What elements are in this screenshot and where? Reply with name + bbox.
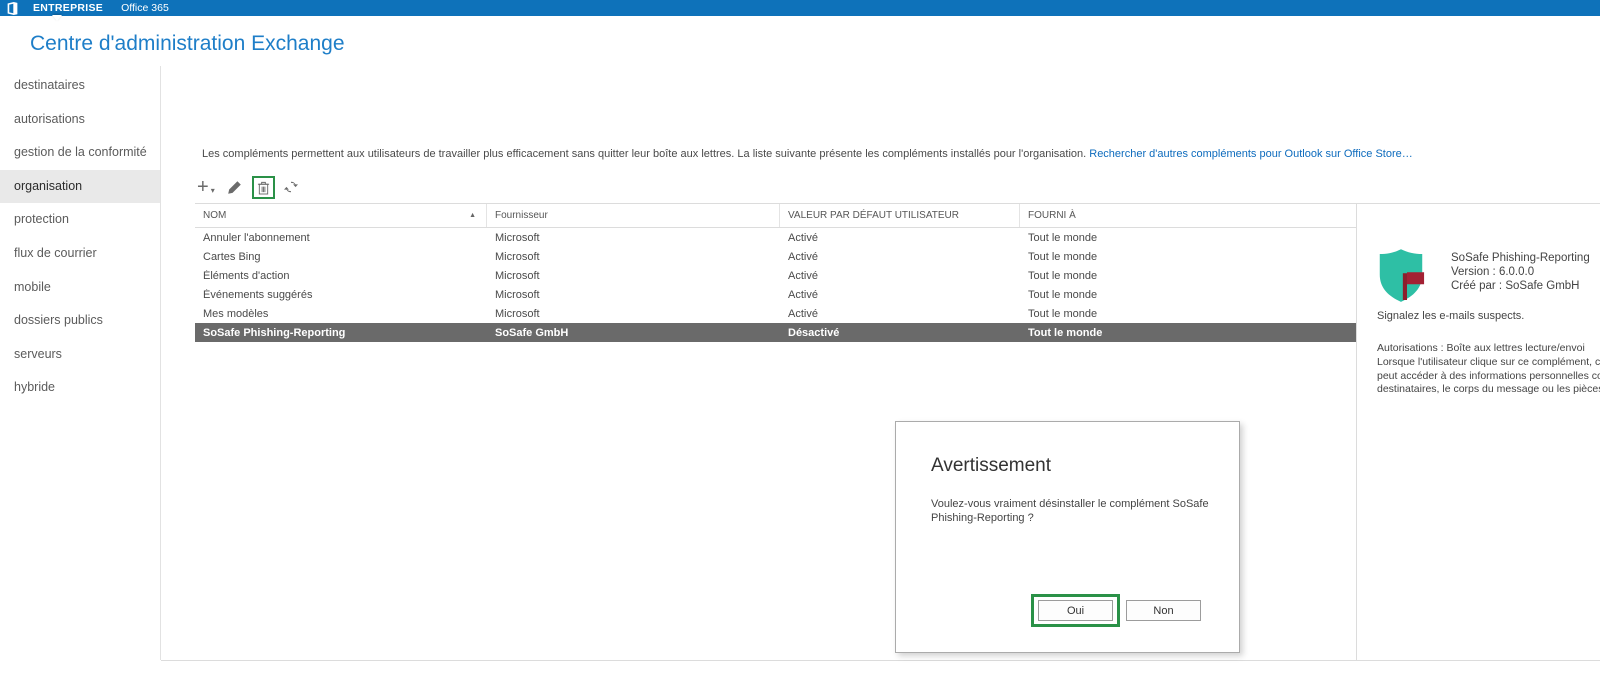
cell-provider: Microsoft bbox=[487, 270, 780, 282]
sidebar-item-flux-de-courrier[interactable]: flux de courrier bbox=[0, 237, 160, 271]
addins-toolbar: + ▾ bbox=[197, 174, 298, 200]
delete-icon[interactable] bbox=[257, 180, 270, 195]
sidebar-item-label: serveurs bbox=[14, 347, 62, 361]
sidebar-item-label: organisation bbox=[14, 179, 82, 193]
cell-name: Mes modèles bbox=[195, 308, 487, 320]
table-row[interactable]: Mes modèles Microsoft Activé Tout le mon… bbox=[195, 304, 1356, 323]
addin-permissions: Autorisations : Boîte aux lettres lectur… bbox=[1377, 342, 1600, 397]
edit-icon[interactable] bbox=[227, 180, 242, 195]
column-header-fournisseur[interactable]: Fournisseur bbox=[487, 204, 780, 227]
cell-provided-to: Tout le monde bbox=[1020, 251, 1356, 263]
sidebar-item-organisation[interactable]: organisation bbox=[0, 170, 160, 204]
sidebar-item-label: dossiers publics bbox=[14, 313, 103, 327]
cell-name: Événements suggérés bbox=[195, 289, 487, 301]
permissions-line: peut accéder à des informations personne… bbox=[1377, 370, 1600, 384]
addins-table: NOM ▲ Fournisseur VALEUR PAR DÉFAUT UTIL… bbox=[195, 203, 1356, 342]
table-row[interactable]: Cartes Bing Microsoft Activé Tout le mon… bbox=[195, 247, 1356, 266]
addin-meta: SoSafe Phishing-Reporting Version : 6.0.… bbox=[1451, 248, 1590, 304]
column-header-fourni-a[interactable]: FOURNI À bbox=[1020, 204, 1356, 227]
table-row[interactable]: Éléments d'action Microsoft Activé Tout … bbox=[195, 266, 1356, 285]
addin-details-header: SoSafe Phishing-Reporting Version : 6.0.… bbox=[1377, 248, 1590, 304]
permissions-line: Autorisations : Boîte aux lettres lectur… bbox=[1377, 342, 1600, 356]
cell-provider: Microsoft bbox=[487, 251, 780, 263]
intro-description: Les compléments permettent aux utilisate… bbox=[202, 148, 1089, 160]
table-row[interactable]: Événements suggérés Microsoft Activé Tou… bbox=[195, 285, 1356, 304]
permissions-line: Lorsque l'utilisateur clique sur ce comp… bbox=[1377, 356, 1600, 370]
cell-provider: Microsoft bbox=[487, 308, 780, 320]
sidebar-item-label: protection bbox=[14, 212, 69, 226]
yes-button-highlight: Oui bbox=[1031, 594, 1120, 627]
dialog-title: Avertissement bbox=[931, 455, 1051, 477]
column-header-valeur-par-defaut[interactable]: VALEUR PAR DÉFAUT UTILISATEUR bbox=[780, 204, 1020, 227]
tab-entreprise[interactable]: ENTREPRISE bbox=[33, 2, 103, 14]
cell-provider: Microsoft bbox=[487, 232, 780, 244]
cell-provided-to: Tout le monde bbox=[1020, 289, 1356, 301]
cell-default-state: Désactivé bbox=[780, 327, 1020, 339]
table-row[interactable]: SoSafe Phishing-Reporting SoSafe GmbH Dé… bbox=[195, 323, 1356, 342]
addin-version: Version : 6.0.0.0 bbox=[1451, 265, 1590, 279]
page-title: Centre d'administration Exchange bbox=[30, 32, 345, 56]
cell-name: Annuler l'abonnement bbox=[195, 232, 487, 244]
sidebar-item-destinataires[interactable]: destinataires bbox=[0, 69, 160, 103]
sidebar: destinataires autorisations gestion de l… bbox=[0, 66, 161, 660]
content-bottom-divider bbox=[161, 660, 1600, 661]
cell-provider: SoSafe GmbH bbox=[487, 327, 780, 339]
refresh-icon[interactable] bbox=[284, 180, 298, 194]
add-icon[interactable]: + bbox=[197, 177, 209, 197]
cell-name: Cartes Bing bbox=[195, 251, 487, 263]
sidebar-item-label: autorisations bbox=[14, 112, 85, 126]
cell-name: Éléments d'action bbox=[195, 270, 487, 282]
cell-default-state: Activé bbox=[780, 308, 1020, 320]
cell-default-state: Activé bbox=[780, 251, 1020, 263]
cell-provided-to: Tout le monde bbox=[1020, 270, 1356, 282]
delete-icon-highlight bbox=[252, 176, 275, 199]
sidebar-item-protection[interactable]: protection bbox=[0, 203, 160, 237]
chevron-down-icon[interactable]: ▾ bbox=[211, 186, 215, 195]
no-button[interactable]: Non bbox=[1126, 600, 1201, 621]
cell-provided-to: Tout le monde bbox=[1020, 232, 1356, 244]
sidebar-item-label: mobile bbox=[14, 280, 51, 294]
active-tab-caret bbox=[52, 15, 62, 21]
addin-tagline: Signalez les e-mails suspects. bbox=[1377, 310, 1524, 322]
office-logo-icon bbox=[6, 2, 19, 15]
table-row[interactable]: Annuler l'abonnement Microsoft Activé To… bbox=[195, 228, 1356, 247]
addin-details-pane: SoSafe Phishing-Reporting Version : 6.0.… bbox=[1356, 203, 1600, 660]
yes-button[interactable]: Oui bbox=[1038, 600, 1113, 621]
top-bar: ENTREPRISE Office 365 bbox=[0, 0, 1600, 16]
dialog-message: Voulez-vous vraiment désinstaller le com… bbox=[931, 497, 1211, 525]
permissions-line: destinataires, le corps du message ou le… bbox=[1377, 383, 1600, 397]
cell-default-state: Activé bbox=[780, 289, 1020, 301]
sosafe-shield-flag-icon bbox=[1377, 248, 1425, 304]
cell-default-state: Activé bbox=[780, 232, 1020, 244]
cell-provided-to: Tout le monde bbox=[1020, 327, 1356, 339]
table-body: Annuler l'abonnement Microsoft Activé To… bbox=[195, 228, 1356, 342]
cell-provided-to: Tout le monde bbox=[1020, 308, 1356, 320]
cell-name: SoSafe Phishing-Reporting bbox=[195, 327, 487, 339]
addin-creator: Créé par : SoSafe GmbH bbox=[1451, 279, 1590, 293]
cell-provider: Microsoft bbox=[487, 289, 780, 301]
addin-title: SoSafe Phishing-Reporting bbox=[1451, 251, 1590, 265]
sort-ascending-icon[interactable]: ▲ bbox=[469, 212, 476, 219]
cell-default-state: Activé bbox=[780, 270, 1020, 282]
sidebar-item-gestion-de-la-conformite[interactable]: gestion de la conformité bbox=[0, 136, 160, 170]
sidebar-item-serveurs[interactable]: serveurs bbox=[0, 338, 160, 372]
sidebar-item-label: gestion de la conformité bbox=[14, 145, 147, 159]
warning-dialog: Avertissement Voulez-vous vraiment désin… bbox=[895, 421, 1240, 653]
sidebar-item-dossiers-publics[interactable]: dossiers publics bbox=[0, 304, 160, 338]
sidebar-item-label: destinataires bbox=[14, 78, 85, 92]
office-store-link[interactable]: Rechercher d'autres compléments pour Out… bbox=[1089, 148, 1413, 160]
sidebar-item-mobile[interactable]: mobile bbox=[0, 271, 160, 305]
sidebar-item-label: hybride bbox=[14, 380, 55, 394]
tab-office-365[interactable]: Office 365 bbox=[121, 2, 169, 14]
sidebar-item-label: flux de courrier bbox=[14, 246, 97, 260]
sidebar-item-autorisations[interactable]: autorisations bbox=[0, 103, 160, 137]
intro-text: Les compléments permettent aux utilisate… bbox=[202, 148, 1413, 160]
column-header-nom[interactable]: NOM ▲ bbox=[195, 204, 487, 227]
dialog-buttons: Oui Non bbox=[1031, 594, 1201, 627]
sidebar-item-hybride[interactable]: hybride bbox=[0, 371, 160, 405]
table-header: NOM ▲ Fournisseur VALEUR PAR DÉFAUT UTIL… bbox=[195, 203, 1356, 228]
